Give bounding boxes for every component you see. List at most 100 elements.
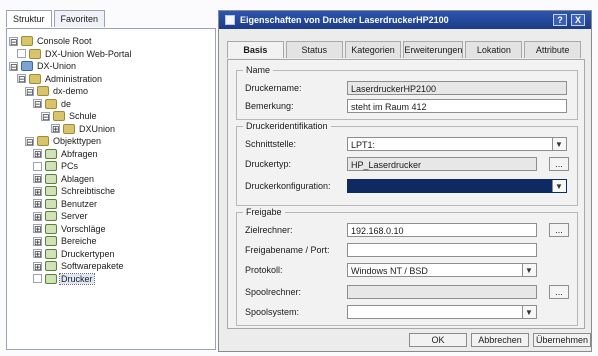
tree-row[interactable]: PCs xyxy=(33,160,79,172)
tab-location[interactable]: Lokation xyxy=(465,41,523,58)
dialog-title: Eigenschaften von Drucker LaserdruckerHP… xyxy=(240,15,449,25)
tree-expander-icon[interactable]: ⊟ xyxy=(17,74,26,84)
object-icon xyxy=(45,173,57,184)
tree-expander-icon[interactable]: ⊞ xyxy=(33,174,42,184)
tree-label: Benutzer xyxy=(61,198,98,209)
tree-row[interactable]: ⊞ Ablagen xyxy=(33,173,95,185)
tree-spacer xyxy=(17,49,26,58)
tree-expander-icon[interactable]: ⊞ xyxy=(33,249,42,259)
tree-expander-icon[interactable]: ⊞ xyxy=(33,199,42,209)
tab-basis[interactable]: Basis xyxy=(227,41,284,58)
spool-system-select[interactable] xyxy=(347,305,537,320)
tree-expander-icon[interactable]: ⊞ xyxy=(33,186,42,196)
tree-row[interactable]: ⊟ DX-Union xyxy=(9,60,77,72)
tree-row[interactable]: ⊞ Druckertypen xyxy=(33,248,116,260)
tree-row[interactable]: ⊟ Administration xyxy=(17,73,103,85)
tree-row[interactable]: ⊞ Vorschläge xyxy=(33,223,107,235)
ok-button[interactable]: OK xyxy=(409,333,467,347)
tree-row[interactable]: ⊟ Objekttypen xyxy=(25,135,102,147)
printer-config-label: Druckerkonfiguration: xyxy=(245,181,331,191)
object-icon xyxy=(45,186,57,196)
tab-panel-basis: Name Druckername: LaserdruckerHP2100 Bem… xyxy=(227,59,585,329)
tree-label: DX-Union xyxy=(37,61,77,71)
apply-button[interactable]: Übernehmen xyxy=(533,333,591,347)
tree-row[interactable]: ⊞ Softwarepakete xyxy=(33,260,125,272)
target-computer-field[interactable]: 192.168.0.10 xyxy=(347,223,537,237)
printer-config-select[interactable] xyxy=(347,179,567,194)
spool-computer-ellipsis-button[interactable]: ... xyxy=(549,285,569,299)
spool-system-label: Spoolsystem: xyxy=(245,307,300,317)
tab-extensions[interactable]: Erweiterungen xyxy=(403,41,464,58)
tree-label: Console Root xyxy=(37,36,92,46)
tree-expander-icon[interactable]: ⊞ xyxy=(33,261,42,271)
help-button[interactable]: ? xyxy=(553,14,567,26)
group-name-label: Name xyxy=(243,65,274,75)
chevron-down-icon[interactable] xyxy=(522,306,536,320)
share-port-label: Freigabename / Port: xyxy=(245,245,330,255)
tree-label: Abfragen xyxy=(61,148,98,159)
target-computer-ellipsis-button[interactable]: ... xyxy=(549,223,569,237)
chevron-down-icon[interactable] xyxy=(552,138,566,152)
tree-row[interactable]: Drucker xyxy=(33,272,95,285)
tree-expander-icon[interactable]: ⊟ xyxy=(33,99,42,109)
tab-favorites[interactable]: Favoriten xyxy=(53,10,106,27)
tree-row[interactable]: ⊞ Abfragen xyxy=(33,148,99,160)
interface-select[interactable]: LPT1: xyxy=(347,137,567,152)
spool-computer-field[interactable] xyxy=(347,285,537,299)
tree-label: Schule xyxy=(69,111,97,121)
folder-icon xyxy=(29,48,41,59)
tree-expander-icon[interactable]: ⊟ xyxy=(9,36,18,46)
tree-row[interactable]: ⊟ Console Root xyxy=(9,35,93,47)
protocol-select[interactable]: Windows NT / BSD xyxy=(347,263,537,278)
tree-row[interactable]: ⊞ Server xyxy=(33,210,89,222)
tree-expander-icon[interactable]: ⊞ xyxy=(33,236,42,246)
tree-expander-icon[interactable]: ⊞ xyxy=(33,224,42,234)
chevron-down-icon[interactable] xyxy=(552,180,566,194)
tree-expander-icon[interactable]: ⊞ xyxy=(51,124,60,134)
group-name: Name Druckername: LaserdruckerHP2100 Bem… xyxy=(236,65,578,120)
tree-panel: ⊟ Console Root DX-Union Web-Portal ⊟ DX-Unio… xyxy=(6,28,216,350)
printer-type-field[interactable]: HP_Laserdrucker xyxy=(347,157,537,171)
close-button[interactable]: X xyxy=(571,14,585,26)
folder-icon xyxy=(53,111,65,121)
tab-structure[interactable]: Struktur xyxy=(6,10,52,27)
tree-row[interactable]: ⊟ de xyxy=(33,98,72,110)
tree-row[interactable]: ⊞ Schreibtische xyxy=(33,185,116,197)
tree-row[interactable]: ⊞ Benutzer xyxy=(33,198,98,210)
tree-label: Ablagen xyxy=(61,173,95,184)
interface-label: Schnittstelle: xyxy=(245,139,297,149)
tree-spacer xyxy=(33,161,42,171)
object-icon xyxy=(45,198,57,209)
tree-row[interactable]: ⊞ DXUnion xyxy=(51,123,116,135)
tree-row[interactable]: ⊟ dx-demo xyxy=(25,85,89,97)
tab-attributes[interactable]: Attribute xyxy=(524,41,582,58)
remark-field[interactable]: steht im Raum 412 xyxy=(347,99,567,113)
tree-label: de xyxy=(61,98,72,109)
tree-row[interactable]: DX-Union Web-Portal xyxy=(17,48,132,60)
group-ident-label: Druckeridentifikation xyxy=(243,121,331,131)
folder-icon xyxy=(21,36,33,46)
tab-status[interactable]: Status xyxy=(285,41,343,58)
tree-expander-icon[interactable]: ⊞ xyxy=(33,211,42,221)
tree-expander-icon[interactable]: ⊟ xyxy=(25,136,34,146)
tree-expander-icon[interactable]: ⊟ xyxy=(41,111,50,121)
tree-row[interactable]: ⊟ Schule xyxy=(41,110,98,122)
share-port-field[interactable] xyxy=(347,243,537,257)
tree-expander-icon[interactable]: ⊟ xyxy=(9,61,18,71)
cancel-button[interactable]: Abbrechen xyxy=(471,333,529,347)
spool-computer-label: Spoolrechner: xyxy=(245,287,302,297)
tree-expander-icon[interactable]: ⊞ xyxy=(33,149,42,159)
tree-label: DXUnion xyxy=(79,123,116,134)
tree-expander-icon[interactable]: ⊟ xyxy=(25,86,34,96)
printer-type-ellipsis-button[interactable]: ... xyxy=(549,157,569,171)
object-icon xyxy=(45,273,57,284)
object-icon xyxy=(45,248,57,259)
object-icon xyxy=(45,261,57,271)
tree-label: Objekttypen xyxy=(53,136,102,146)
protocol-value: Windows NT / BSD xyxy=(351,266,428,276)
chevron-down-icon[interactable] xyxy=(522,264,536,278)
printer-name-field[interactable]: LaserdruckerHP2100 xyxy=(347,81,567,95)
tree-row[interactable]: ⊞ Bereiche xyxy=(33,235,98,247)
tab-categories[interactable]: Kategorien xyxy=(344,41,402,58)
tree-label: Server xyxy=(61,211,88,221)
